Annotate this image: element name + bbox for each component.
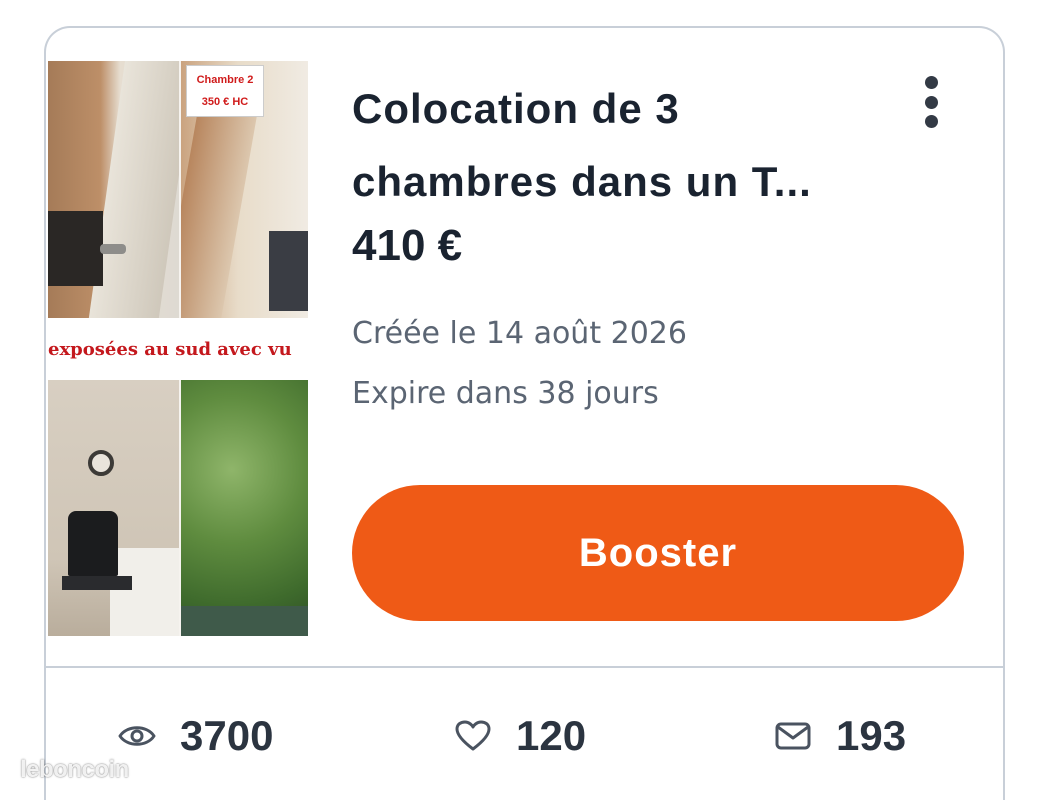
views-count: 3700 [180,712,274,759]
page: Chambre 2 350 € HC exposées au sud avec … [0,0,1050,800]
expiry-info: Expire dans 38 jours [352,376,659,411]
listing-thumbnail[interactable]: Chambre 2 350 € HC exposées au sud avec … [48,61,308,636]
photo-room-door [48,61,179,318]
booster-button[interactable]: Booster [352,485,964,621]
stat-messages: 193 [774,708,906,764]
stats-bar: 3700 120 193 [46,668,1003,800]
more-options-icon[interactable] [916,72,946,132]
listing-title[interactable]: Colocation de 3 chambres dans un T... [352,72,872,218]
photo-office [48,380,179,636]
messages-count: 193 [836,712,907,759]
favorites-count: 120 [516,712,587,759]
photo-room-label-line2: 350 € HC [201,96,249,108]
eye-icon [118,717,156,755]
photo-banner-text: exposées au sud avec vu [48,318,308,380]
leboncoin-watermark: leboncoin [20,756,129,783]
stat-favorites: 120 [454,708,586,764]
mail-icon [774,717,812,755]
heart-icon [454,717,492,755]
created-date: Créée le 14 août 2026 [352,316,687,351]
listing-price: 410 € [352,221,463,270]
stat-views: 3700 [118,708,273,764]
photo-view-trees [181,380,308,636]
photo-room-label-line1: Chambre 2 [196,74,254,86]
photo-room-label: Chambre 2 350 € HC [186,65,264,117]
clock-icon [88,450,114,476]
listing-card[interactable]: Chambre 2 350 € HC exposées au sud avec … [44,26,1005,800]
